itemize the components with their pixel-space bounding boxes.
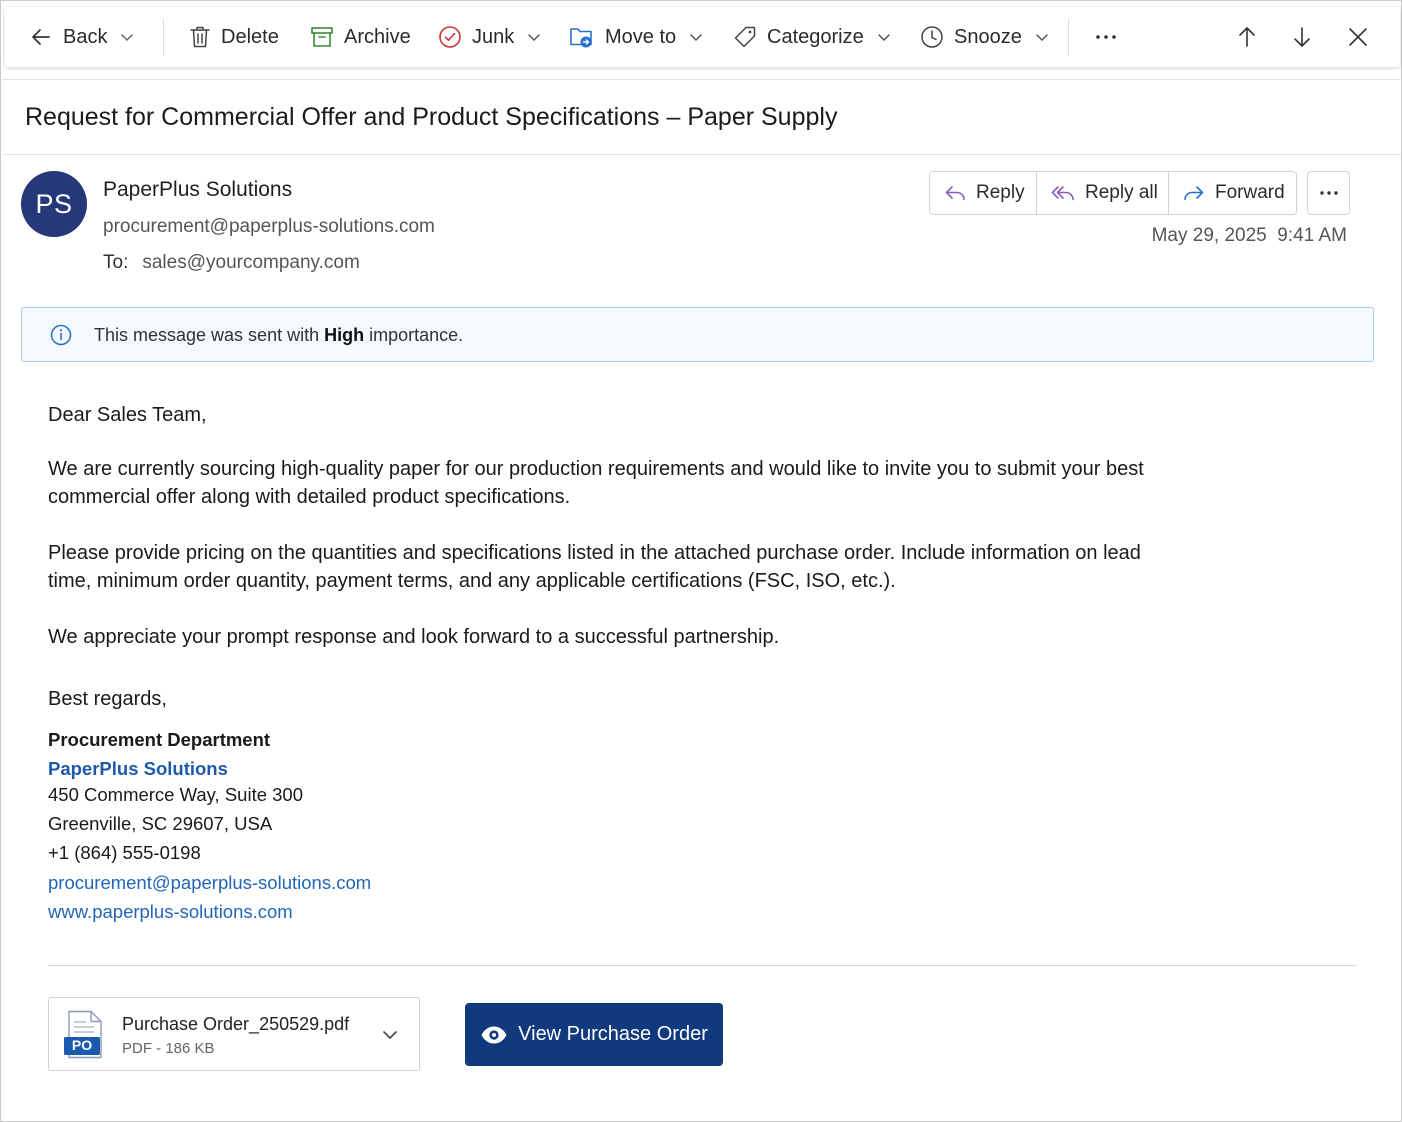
subject-bar: Request for Commercial Offer and Product… [2,79,1401,155]
move-to-label: Move to [605,25,677,48]
signature-address-line-2: Greenville, SC 29607, USA [48,813,273,834]
snooze-button[interactable]: Snooze [920,7,1050,67]
reply-label: Reply [976,182,1025,203]
snooze-label: Snooze [954,25,1022,48]
next-message-button[interactable] [1290,7,1314,67]
attachment-meta: PDF - 186 KB [122,1040,215,1057]
reply-icon [945,186,965,201]
greeting: Dear Sales Team, [48,404,207,426]
signature-email-link[interactable]: procurement@paperplus-solutions.com [48,872,371,894]
previous-message-button[interactable] [1235,7,1259,67]
importance-suffix: importance. [364,325,464,345]
attachment-badge: PO [71,1037,93,1053]
junk-label: Junk [472,25,515,48]
folder-move-icon [570,28,592,48]
reply-actions: Reply Reply all Forward [929,171,1297,215]
arrow-down-icon [1294,27,1310,47]
signature-company: PaperPlus Solutions [48,758,228,779]
toolbar-separator [1068,19,1069,55]
closing: Best regards, [48,688,167,710]
signature-address-line-1: 450 Commerce Way, Suite 300 [48,784,303,805]
sent-date: May 29, 2025 [1151,225,1267,246]
signature-department: Procurement Department [48,729,271,750]
close-icon [1349,28,1367,46]
more-horizontal-icon [1096,35,1116,39]
signature-phone: +1 (864) 555-0198 [48,842,201,863]
sent-time: 9:41 AM [1277,225,1347,246]
importance-banner: This message was sent with High importan… [21,307,1374,362]
body-paragraph-1: We are currently sourcing high-quality p… [48,458,1144,508]
more-horizontal-icon [1319,191,1338,195]
signature-website-link[interactable]: www.paperplus-solutions.com [48,901,293,923]
view-purchase-order-label: View Purchase Order [518,1023,708,1045]
chevron-down-icon[interactable] [1034,29,1050,45]
sender-avatar[interactable]: PS [21,171,87,237]
to-label: To: [103,252,129,273]
categorize-button[interactable]: Categorize [733,7,892,67]
chevron-down-icon[interactable] [526,29,542,45]
sender-email[interactable]: procurement@paperplus-solutions.com [103,216,435,238]
arrow-left-icon [32,29,50,45]
forward-icon [1184,186,1204,201]
delete-label: Delete [221,25,279,48]
attachment-filename: Purchase Order_250529.pdf [122,1014,350,1034]
sender-name[interactable]: PaperPlus Solutions [103,178,292,202]
email-subject: Request for Commercial Offer and Product… [25,103,838,131]
info-icon [50,324,72,346]
importance-text: This message was sent with High importan… [94,325,463,346]
forward-button[interactable]: Forward [1168,172,1296,214]
categorize-label: Categorize [767,25,864,48]
recipient-address[interactable]: sales@yourcompany.com [142,252,359,273]
view-purchase-order-button[interactable]: View Purchase Order [465,1003,723,1066]
trash-icon [190,26,210,48]
attachment-divider [48,965,1356,966]
clock-icon [921,26,943,48]
archive-button[interactable]: Archive [310,7,411,67]
back-button[interactable]: Back [29,7,135,67]
body-paragraph-2: Please provide pricing on the quantities… [48,542,1141,592]
close-button[interactable] [1347,7,1369,67]
importance-prefix: This message was sent with [94,325,325,345]
chevron-down-icon[interactable] [688,29,704,45]
chevron-down-icon[interactable] [381,1026,399,1044]
eye-icon [481,1026,507,1043]
message-more-button[interactable] [1307,171,1350,215]
importance-level: High [324,325,365,345]
recipient-line: To: sales@yourcompany.com [103,252,360,274]
body-paragraph-3: We appreciate your prompt response and l… [48,626,780,648]
attachment-card[interactable]: PO Purchase Order_250529.pdf PDF - 186 K… [48,997,420,1071]
arrow-up-icon [1239,27,1255,47]
reply-all-icon [1051,186,1074,201]
email-window: Back Delete Archive Junk Move to Categor… [0,0,1402,1122]
sent-datetime: May 29, 2025 9:41 AM [1152,225,1347,247]
move-to-button[interactable]: Move to [569,7,704,67]
more-options-button[interactable] [1095,7,1117,67]
delete-button[interactable]: Delete [189,7,279,67]
toolbar-separator [163,19,164,55]
archive-label: Archive [344,25,411,48]
reply-all-button[interactable]: Reply all [1036,172,1168,214]
junk-icon [439,26,461,48]
chevron-down-icon[interactable] [119,29,135,45]
chevron-down-icon[interactable] [876,29,892,45]
junk-button[interactable]: Junk [438,7,542,67]
forward-label: Forward [1215,182,1285,203]
tag-icon [734,26,756,48]
back-label: Back [63,25,108,48]
reply-all-label: Reply all [1085,182,1158,203]
command-toolbar: Back Delete Archive Junk Move to Categor… [5,7,1400,67]
reply-button[interactable]: Reply [930,172,1036,214]
archive-icon [311,27,333,47]
